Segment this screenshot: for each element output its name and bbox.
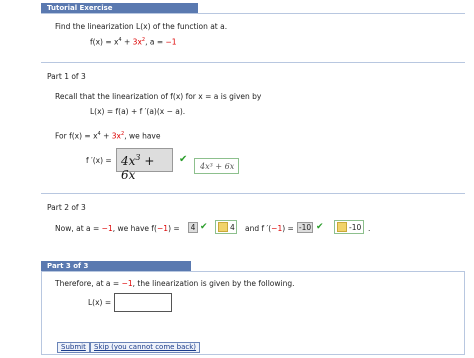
part2-label: Part 2 of 3 (47, 203, 86, 212)
function-line: f(x) = x4 + 3x2, a = −1 (90, 37, 177, 47)
tutorial-header: Tutorial Exercise (41, 3, 198, 13)
fprime-key-value: -10 (349, 223, 362, 232)
function-lhs: f(x) = x (90, 37, 119, 47)
fprime-key-box: -10 (334, 220, 364, 234)
fprime-val-box[interactable]: -10 (297, 222, 313, 233)
a-value: −1 (121, 279, 133, 288)
key-answer: 4x³ + 6x (200, 162, 235, 171)
check-icon: ✔ (316, 222, 324, 232)
therefore-text: Therefore, at a = (55, 279, 122, 288)
f-answer-box[interactable]: 4 (188, 222, 198, 233)
a-text: , a = (145, 37, 166, 47)
plus-sign: + (100, 131, 112, 141)
L-label: L(x) = (88, 298, 112, 307)
we-have-text: , we have f( (112, 224, 157, 233)
eq-text: ) = (168, 224, 180, 233)
part3-header: Part 3 of 3 (41, 261, 191, 271)
key-answer-box: 4x³ + 6x (194, 158, 239, 174)
term-3x: 3x (132, 37, 142, 47)
period: . (368, 224, 371, 233)
recall-text: Recall that the linearization of f(x) fo… (55, 92, 262, 101)
f-key-box: 4 (215, 220, 237, 234)
skip-button[interactable]: Skip (you cannot come back) (90, 342, 201, 353)
f-key-value: 4 (230, 223, 235, 232)
part2-line: Now, at a = −1, we have f(−1) = (55, 224, 180, 233)
check-icon: ✔ (200, 222, 208, 232)
part2-rule (41, 193, 465, 194)
eq-text: ) = (282, 224, 294, 233)
part1-label: Part 1 of 3 (47, 72, 86, 81)
prompt-text: Find the linearization L(x) of the funct… (55, 22, 228, 31)
fprime-answer: 4x3 + 6x (121, 153, 172, 182)
rest-text: , the linearization is given by the foll… (132, 279, 295, 288)
we-have-text: , we have (124, 131, 161, 141)
now-text: Now, at a = (55, 224, 102, 233)
a-value: −1 (157, 224, 169, 233)
a-value: −1 (165, 37, 177, 47)
therefore-line: Therefore, at a = −1, the linearization … (55, 279, 295, 288)
check-icon: ✔ (179, 154, 188, 165)
for-text: For f(x) = x (55, 131, 98, 141)
header-rule (41, 13, 465, 14)
answer-main: 4x (121, 154, 136, 168)
and-text: and f ′( (245, 224, 272, 233)
part1-rule (41, 62, 465, 63)
fprime-answer-box[interactable]: 4x3 + 6x (116, 148, 173, 182)
and-line: and f ′(−1) = (245, 224, 294, 233)
linearization-formula: L(x) = f(a) + f ′(a)(x − a). (90, 107, 186, 116)
a-value: −1 (101, 224, 113, 233)
L-input[interactable] (114, 293, 172, 312)
plus-sign: + (121, 37, 133, 47)
key-icon (337, 222, 347, 232)
submit-button[interactable]: Submit (57, 342, 90, 353)
fprime-label: f ′(x) = (86, 156, 112, 165)
key-icon (218, 222, 228, 232)
for-line: For f(x) = x4 + 3x2, we have (55, 131, 161, 141)
a-value: −1 (271, 224, 283, 233)
term-3x: 3x (111, 131, 121, 141)
